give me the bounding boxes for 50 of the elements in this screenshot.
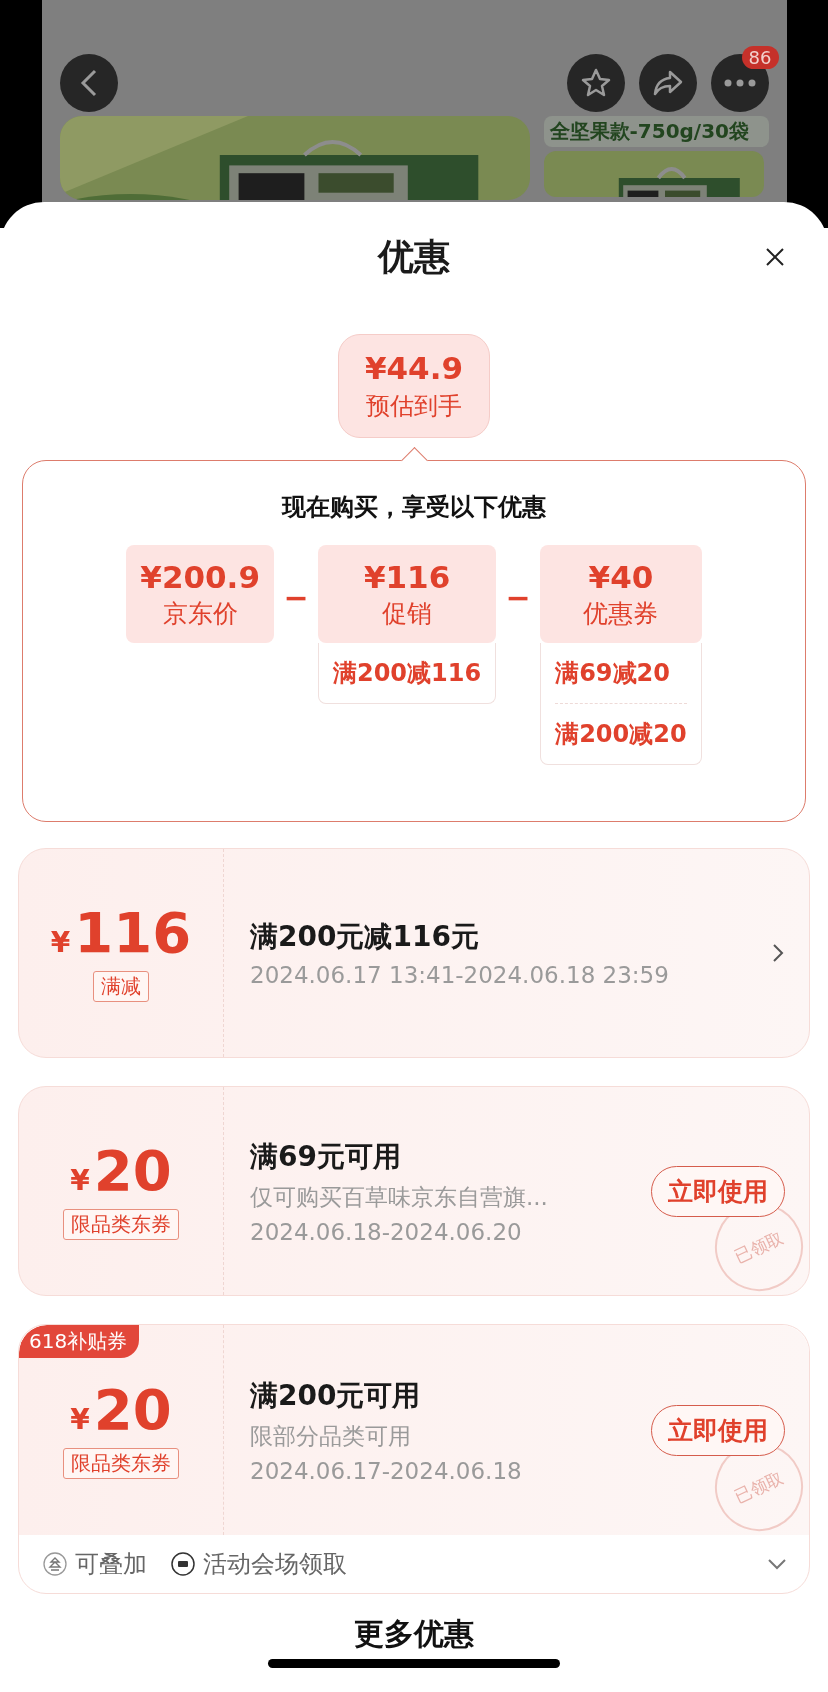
coupon-feature: 可叠加 (75, 1549, 147, 1580)
use-now-button[interactable]: 立即使用 (651, 1404, 785, 1456)
coupon-title: 满200元可用 (250, 1377, 422, 1414)
component-label: 优惠券 (583, 597, 659, 630)
share-icon (651, 69, 684, 97)
currency-symbol: ¥ (70, 1402, 90, 1436)
sku-label: 全坚果款-750g/30袋 (543, 116, 769, 147)
coupon-detail: 2024.06.18-2024.06.20 (250, 1218, 523, 1245)
discount-rule: 满69减20 (555, 658, 671, 689)
ticket-icon (171, 1552, 195, 1576)
discount-rule: 满200减20 (555, 703, 687, 764)
coupon-amount: 20 (93, 1142, 172, 1199)
coupon-detail: 2024.06.17 13:41-2024.06.18 23:59 (250, 962, 670, 988)
component-price: ¥116 (363, 558, 451, 595)
coupon-detail: 2024.06.17-2024.06.18 (250, 1457, 523, 1484)
favorite-button[interactable] (566, 54, 625, 112)
coupon-tag: 限品类东券 (63, 1208, 179, 1240)
use-now-button[interactable]: 立即使用 (651, 1165, 785, 1217)
coupon-detail: 仅可购买百草味京东自营旗... (250, 1182, 549, 1212)
discount-rule: 满200减116 (332, 658, 482, 689)
coupon-title: 满200元减116元 (250, 919, 480, 955)
star-icon (579, 67, 612, 99)
sheet-title: 优惠 (378, 234, 450, 279)
currency-symbol: ¥ (50, 925, 71, 959)
breakdown-title: 现在购买，享受以下优惠 (280, 492, 547, 523)
notification-badge: 86 (741, 46, 779, 69)
estimated-label: 预估到手 (366, 391, 462, 422)
subsidy-ribbon: 618补贴券 (19, 1325, 140, 1358)
chevron-right-icon[interactable] (771, 942, 785, 964)
coupon-feature: 活动会场领取 (203, 1549, 347, 1580)
minus-sign: − (282, 579, 310, 617)
share-button[interactable] (638, 54, 697, 112)
coupon-detail: 限部分品类可用 (250, 1421, 412, 1451)
component-price: ¥200.9 (140, 558, 260, 595)
coupon-title: 满69元可用 (250, 1138, 402, 1175)
estimated-price: ¥44.9 (364, 350, 464, 386)
minus-sign: − (504, 579, 532, 617)
stack-icon (43, 1552, 67, 1576)
back-button[interactable] (59, 54, 118, 112)
section-title: 更多优惠 (354, 1615, 474, 1653)
chevron-down-icon[interactable] (767, 1558, 787, 1570)
coupon-amount: 20 (93, 1381, 172, 1438)
component-label: 促销 (382, 597, 433, 630)
currency-symbol: ¥ (70, 1163, 90, 1197)
more-icon (723, 79, 756, 87)
coupon-amount: 116 (74, 904, 192, 961)
component-label: 京东价 (162, 597, 238, 630)
coupon-tag: 限品类东券 (63, 1447, 179, 1479)
coupon-tag: 满减 (93, 970, 149, 1002)
component-price: ¥40 (588, 558, 654, 595)
